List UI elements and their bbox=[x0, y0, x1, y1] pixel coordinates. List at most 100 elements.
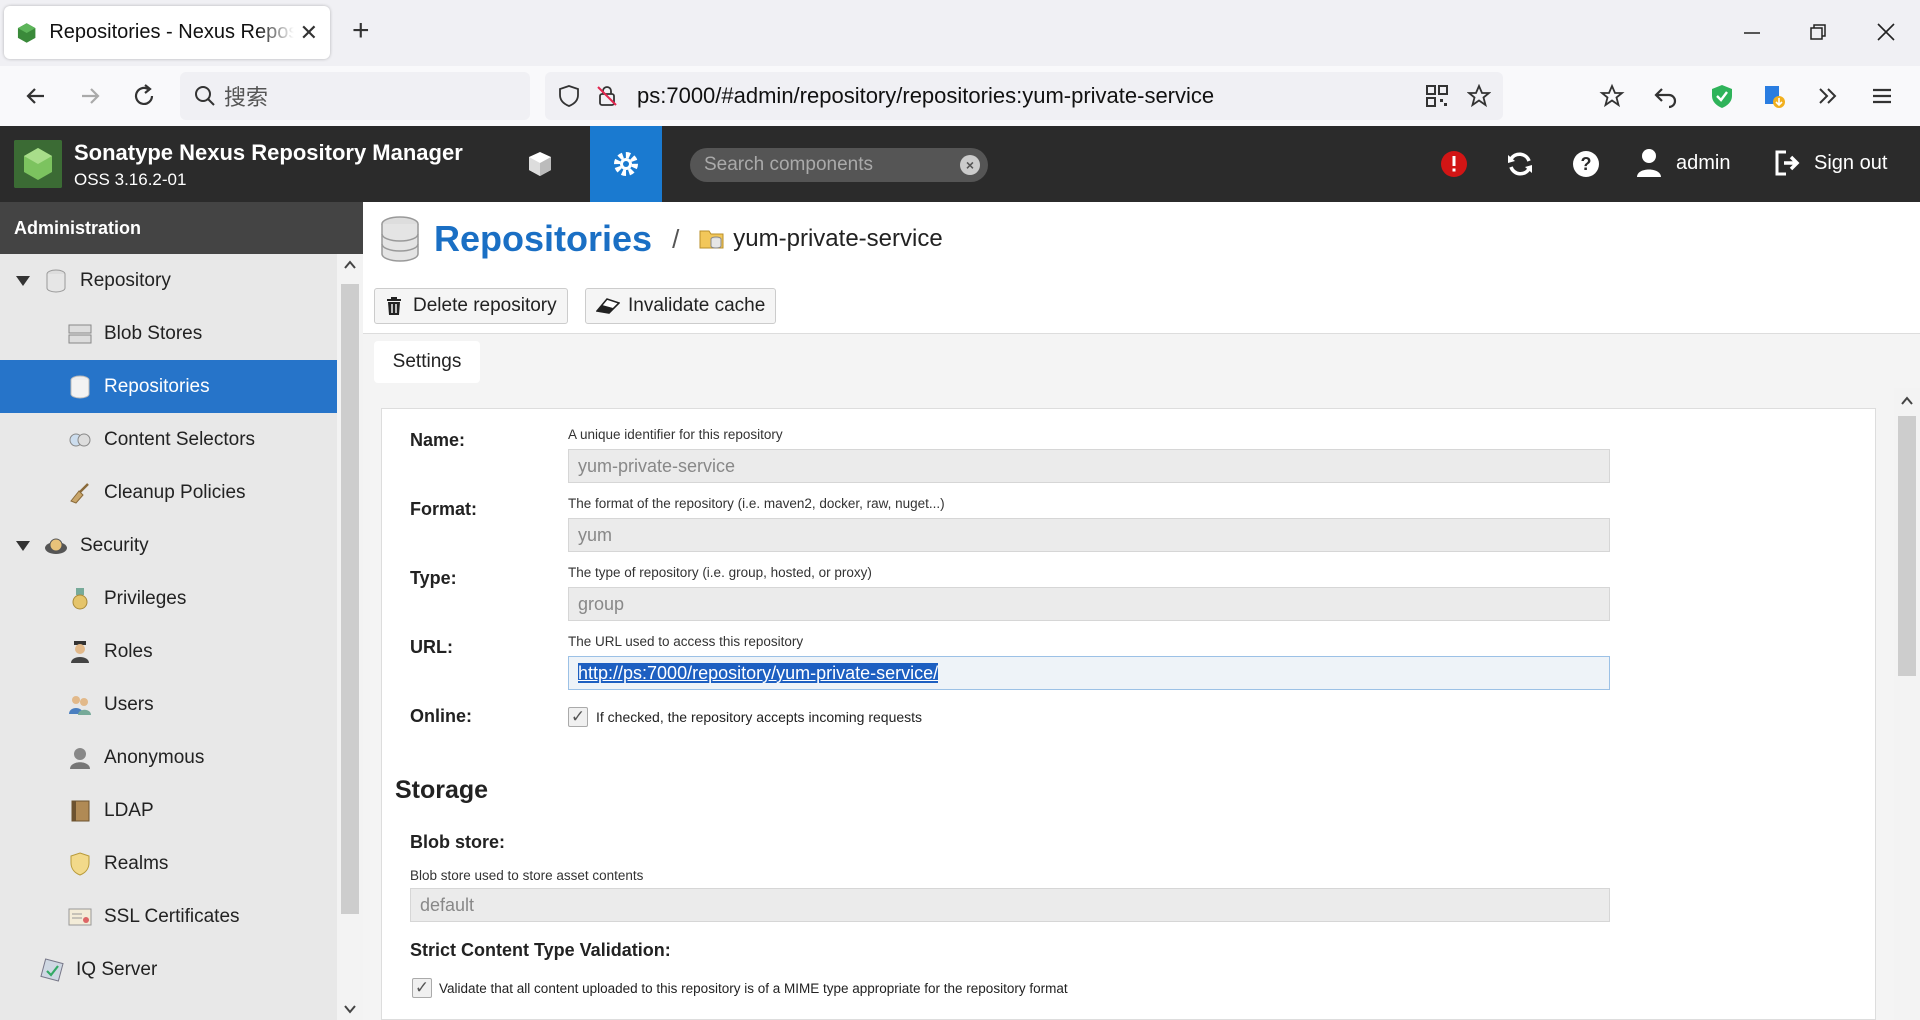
breadcrumb-current: yum-private-service bbox=[733, 225, 943, 252]
sidebar-item-label: Users bbox=[104, 693, 154, 715]
scroll-down-icon[interactable] bbox=[343, 1004, 357, 1016]
trash-icon bbox=[387, 297, 401, 315]
clear-search-icon[interactable]: × bbox=[960, 155, 980, 175]
sidebar-item-ssl-certificates[interactable]: SSL Certificates bbox=[0, 890, 337, 943]
sidebar-item-privileges[interactable]: Privileges bbox=[0, 572, 337, 625]
undo-icon[interactable] bbox=[1652, 82, 1680, 110]
blob-store-label: Blob store: bbox=[410, 832, 506, 852]
brand-title: Sonatype Nexus Repository Manager bbox=[74, 140, 463, 165]
medal-icon bbox=[68, 587, 92, 611]
browser-tab[interactable]: Repositories - Nexus Repository Manager … bbox=[4, 6, 330, 59]
bookmark-star-icon[interactable] bbox=[1467, 84, 1491, 108]
certificate-icon bbox=[68, 905, 92, 929]
signout-icon bbox=[1775, 150, 1800, 176]
sidebar-item-label: Content Selectors bbox=[104, 428, 256, 450]
url-field[interactable]: http://ps:7000/repository/yum-private-se… bbox=[568, 656, 1610, 690]
system-status-button[interactable] bbox=[1418, 126, 1490, 202]
sidebar-item-security[interactable]: Security bbox=[0, 519, 337, 572]
extension-download-icon[interactable] bbox=[1760, 82, 1788, 110]
broom-icon bbox=[68, 481, 92, 505]
sidebar-item-realms[interactable]: Realms bbox=[0, 837, 337, 890]
url-text[interactable]: ps:7000/#admin/repository/repositories:y… bbox=[637, 83, 1214, 109]
sidebar-item-anonymous[interactable]: Anonymous bbox=[0, 731, 337, 784]
sidebar-item-content-selectors[interactable]: Content Selectors bbox=[0, 413, 337, 466]
tab-close-icon[interactable]: ✕ bbox=[300, 20, 318, 46]
type-label: Type: bbox=[410, 568, 457, 588]
url-help: The URL used to access this repository bbox=[568, 634, 804, 649]
signout-label: Sign out bbox=[1814, 151, 1888, 174]
insecure-lock-icon[interactable] bbox=[595, 84, 619, 108]
tracking-shield-icon[interactable] bbox=[557, 84, 581, 108]
sidebar-item-label: Anonymous bbox=[104, 746, 205, 768]
new-tab-button[interactable]: + bbox=[352, 14, 370, 48]
admin-button[interactable] bbox=[590, 126, 662, 202]
tab-settings[interactable]: Settings bbox=[374, 341, 480, 383]
sidebar-item-ldap[interactable]: LDAP bbox=[0, 784, 337, 837]
nexus-favicon-icon bbox=[17, 22, 36, 43]
bookmark-star-list-icon[interactable] bbox=[1598, 82, 1626, 110]
component-search-input[interactable]: Search components × bbox=[690, 148, 988, 182]
more-tools-icon[interactable] bbox=[1814, 82, 1842, 110]
menu-icon[interactable] bbox=[1868, 82, 1896, 110]
sidebar-item-label: Roles bbox=[104, 640, 153, 662]
browse-button[interactable] bbox=[504, 126, 576, 202]
selector-icon bbox=[68, 428, 92, 452]
sidebar-item-repository[interactable]: Repository bbox=[0, 254, 337, 307]
sidebar-scrollbar[interactable] bbox=[337, 254, 363, 1020]
strict-validation-checkbox[interactable]: ✓ bbox=[412, 978, 432, 998]
restore-icon[interactable] bbox=[1808, 22, 1828, 42]
minimize-icon[interactable] bbox=[1742, 22, 1762, 42]
type-help: The type of repository (i.e. group, host… bbox=[568, 565, 872, 580]
sidebar-item-blob-stores[interactable]: Blob Stores bbox=[0, 307, 337, 360]
main-scroll-thumb[interactable] bbox=[1898, 416, 1916, 676]
type-field: group bbox=[568, 587, 1610, 621]
user-button[interactable]: admin bbox=[1636, 148, 1730, 178]
sidebar-item-label: IQ Server bbox=[76, 958, 158, 980]
close-window-icon[interactable] bbox=[1876, 22, 1896, 42]
invalidate-cache-button[interactable]: Invalidate cache bbox=[585, 288, 777, 324]
url-field-value[interactable]: http://ps:7000/repository/yum-private-se… bbox=[578, 663, 939, 683]
scroll-up-icon[interactable] bbox=[1900, 394, 1914, 406]
sidebar-item-users[interactable]: Users bbox=[0, 678, 337, 731]
url-bar[interactable]: ps:7000/#admin/repository/repositories:y… bbox=[545, 72, 1503, 120]
format-help: The format of the repository (i.e. maven… bbox=[568, 496, 945, 511]
sidebar-item-iq-server[interactable]: IQ Server bbox=[0, 943, 337, 996]
sidebar-item-label: SSL Certificates bbox=[104, 905, 240, 927]
qr-code-icon[interactable] bbox=[1425, 84, 1449, 108]
refresh-icon bbox=[1508, 152, 1532, 176]
tab-title: Repositories - Nexus Repository Manager bbox=[49, 21, 294, 43]
delete-repository-button[interactable]: Delete repository bbox=[374, 288, 568, 324]
shield-check-icon[interactable] bbox=[1708, 82, 1736, 110]
help-button[interactable]: ? bbox=[1550, 126, 1622, 202]
invalidate-cache-label: Invalidate cache bbox=[628, 295, 766, 316]
repositories-database-icon bbox=[381, 216, 419, 262]
main-scrollbar[interactable] bbox=[1894, 388, 1920, 1020]
expand-triangle-icon[interactable] bbox=[16, 540, 30, 551]
sidebar-item-cleanup-policies[interactable]: Cleanup Policies bbox=[0, 466, 337, 519]
sidebar-item-roles[interactable]: Roles bbox=[0, 625, 337, 678]
online-help: If checked, the repository accepts incom… bbox=[596, 709, 923, 725]
role-icon bbox=[68, 640, 92, 664]
sidebar-scroll-thumb[interactable] bbox=[341, 284, 359, 914]
app-header: Sonatype Nexus Repository Manager OSS 3.… bbox=[0, 126, 1920, 202]
security-icon bbox=[44, 534, 68, 558]
expand-triangle-icon[interactable] bbox=[16, 275, 30, 286]
refresh-button[interactable] bbox=[1484, 126, 1556, 202]
folder-database-icon bbox=[699, 230, 724, 249]
sidebar-item-label: Repositories bbox=[104, 375, 210, 397]
blob-store-field: default bbox=[410, 888, 1610, 922]
forward-icon[interactable] bbox=[76, 82, 104, 110]
breadcrumb-root[interactable]: Repositories bbox=[434, 218, 652, 260]
name-label: Name: bbox=[410, 430, 466, 450]
online-checkbox[interactable]: ✓ bbox=[568, 707, 588, 727]
scroll-up-icon[interactable] bbox=[343, 258, 357, 270]
back-icon[interactable] bbox=[22, 82, 50, 110]
tab-bar bbox=[363, 334, 1920, 388]
signout-button[interactable]: Sign out bbox=[1774, 150, 1887, 176]
sidebar-item-label: Repository bbox=[80, 269, 171, 291]
sidebar-item-label: LDAP bbox=[104, 799, 154, 821]
browser-search-box[interactable]: 搜索 bbox=[180, 72, 530, 120]
sidebar-item-repositories[interactable]: Repositories bbox=[0, 360, 337, 413]
nexus-logo-icon bbox=[14, 140, 62, 188]
reload-icon[interactable] bbox=[130, 82, 158, 110]
